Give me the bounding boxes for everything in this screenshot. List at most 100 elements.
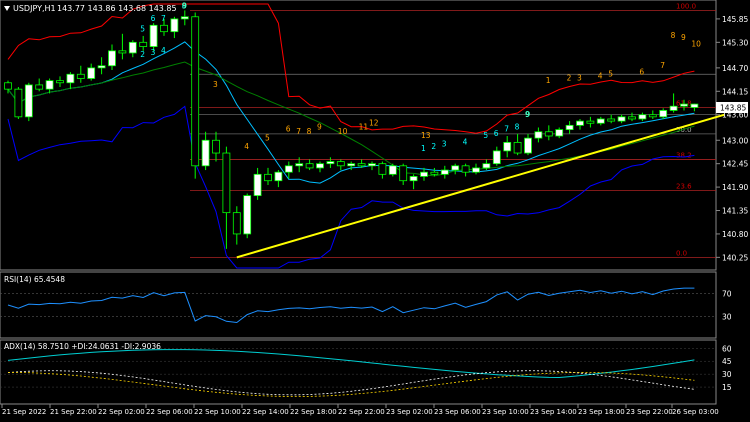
bull-candle bbox=[524, 137, 532, 154]
bull-candle bbox=[576, 120, 584, 126]
price-tick-label: 143.00 bbox=[722, 136, 748, 145]
bear-candle bbox=[378, 163, 387, 175]
bull-candle bbox=[617, 116, 626, 122]
bull-candle bbox=[492, 150, 501, 165]
sequence-down-label: 5 bbox=[608, 69, 613, 78]
bull-candle bbox=[440, 169, 449, 175]
bull-candle bbox=[368, 163, 376, 167]
bear-candle bbox=[4, 82, 12, 90]
time-tick-label: 22 Sep 02:00 bbox=[98, 408, 145, 416]
current-price-label: 143.85 bbox=[720, 104, 746, 113]
bull-candle bbox=[638, 114, 647, 120]
sequence-up-label: 4 bbox=[161, 46, 166, 55]
bull-candle bbox=[170, 18, 179, 33]
time-tick-label: 22 Sep 10:00 bbox=[194, 408, 241, 416]
sequence-up-label: 2 bbox=[431, 142, 436, 151]
bull-candle bbox=[274, 171, 283, 182]
price-tick-label: 142.45 bbox=[722, 160, 748, 169]
price-tick-label: 144.15 bbox=[722, 87, 748, 96]
bull-candle bbox=[534, 131, 543, 139]
bull-candle bbox=[97, 65, 106, 69]
bull-candle bbox=[108, 50, 116, 67]
sequence-down-label: 13 bbox=[421, 131, 431, 140]
bull-candle bbox=[149, 24, 158, 47]
bear-candle bbox=[544, 131, 553, 137]
sequence-up-label: 3 bbox=[442, 140, 447, 149]
bull-candle bbox=[503, 141, 512, 152]
fib-level-label: 100.0 bbox=[676, 2, 696, 10]
bear-candle bbox=[76, 73, 85, 79]
sequence-down-label: 10 bbox=[338, 127, 348, 136]
sequence-down-label: 9 bbox=[317, 123, 322, 132]
bull-candle bbox=[295, 163, 304, 167]
adx-label: ADX(14) 58.7510 +DI:24.0631 -DI:2.9036 bbox=[4, 342, 161, 351]
rsi-panel[interactable]: 70 30 RSI(14) 65.4548 bbox=[0, 271, 732, 339]
bear-candle bbox=[399, 165, 408, 182]
sequence-down-label: 6 bbox=[286, 125, 291, 134]
bear-candle bbox=[139, 41, 148, 47]
rsi-tick-label: 30 bbox=[722, 313, 732, 322]
bear-candle bbox=[14, 88, 23, 118]
bull-candle bbox=[409, 176, 418, 182]
time-tick-label: 23 Sep 02:00 bbox=[386, 408, 433, 416]
time-tick-label: 22 Sep 22:00 bbox=[338, 408, 385, 416]
bear-candle bbox=[648, 114, 657, 118]
sequence-down-label: 8 bbox=[671, 31, 676, 40]
bull-candle bbox=[87, 67, 96, 79]
fib-level-label: 38.2 bbox=[676, 151, 692, 159]
bull-candle bbox=[243, 195, 252, 235]
adx-tick-label: 45 bbox=[722, 357, 732, 366]
adx-panel[interactable]: 60 45 30 15 ADX(14) 58.7510 +DI:24.0631 -DI… bbox=[0, 339, 732, 405]
price-tick-label: 140.25 bbox=[722, 253, 748, 262]
bull-candle bbox=[326, 161, 335, 165]
sequence-up-label: 6 bbox=[494, 129, 499, 138]
sequence-up-label: 7 bbox=[161, 14, 166, 23]
bear-candle bbox=[607, 118, 616, 122]
bull-candle bbox=[388, 165, 397, 175]
sequence-up-label: 5 bbox=[140, 25, 145, 34]
bull-candle bbox=[180, 16, 189, 20]
sequence-down-label: 8 bbox=[307, 127, 312, 136]
bear-candle bbox=[430, 171, 439, 175]
time-tick-label: 22 Sep 18:00 bbox=[290, 408, 337, 416]
sequence-down-label: 12 bbox=[369, 118, 379, 127]
rsi-label: RSI(14) 65.4548 bbox=[4, 275, 65, 284]
time-tick-label: 23 Sep 22:00 bbox=[626, 408, 673, 416]
time-tick-label: 23 Sep 10:00 bbox=[482, 408, 529, 416]
bull-candle bbox=[253, 173, 262, 197]
time-tick-label: 22 Sep 14:00 bbox=[242, 408, 289, 416]
bull-candle bbox=[201, 139, 210, 167]
bull-candle bbox=[451, 165, 460, 171]
time-tick-label: 22 Sep 06:00 bbox=[146, 408, 193, 416]
sequence-down-label: 3 bbox=[213, 80, 218, 89]
sequence-down-label: 6 bbox=[639, 67, 644, 76]
bull-candle bbox=[284, 165, 293, 173]
price-tick-label: 145.85 bbox=[722, 15, 748, 24]
bear-candle bbox=[336, 161, 345, 167]
bear-candle bbox=[35, 84, 44, 90]
sequence-up-label: 7 bbox=[504, 125, 509, 134]
bear-candle bbox=[56, 80, 64, 84]
bull-candle bbox=[128, 41, 137, 54]
bull-candle bbox=[472, 167, 480, 173]
trading-chart[interactable]: 100.061.850.038.223.60.0 234567891234567… bbox=[0, 0, 750, 422]
bear-candle bbox=[118, 50, 127, 54]
ohlc-values: 143.77 143.86 143.68 143.85 bbox=[57, 4, 177, 13]
chart-header: USDJPY,H1 143.77 143.86 143.68 143.85 bbox=[4, 4, 177, 13]
time-tick-label: 23 Sep 18:00 bbox=[578, 408, 625, 416]
sequence-up-label: 3 bbox=[151, 48, 156, 57]
bull-candle bbox=[482, 163, 491, 169]
bull-candle bbox=[690, 103, 699, 108]
bull-candle bbox=[45, 80, 54, 90]
current-price-tag: 143.85 bbox=[716, 102, 748, 113]
sequence-up-label: 1 bbox=[421, 144, 426, 153]
bear-candle bbox=[586, 120, 595, 124]
sequence-down-label: 4 bbox=[598, 72, 603, 81]
price-tick-label: 140.80 bbox=[722, 230, 748, 239]
sequence-down-label: 10 bbox=[691, 40, 701, 49]
bear-candle bbox=[264, 173, 272, 182]
bull-candle bbox=[24, 84, 33, 118]
price-panel[interactable]: 100.061.850.038.223.60.0 234567891234567… bbox=[0, 0, 725, 271]
adx-tick-label: 30 bbox=[722, 370, 732, 379]
adx-tick-label: 60 bbox=[722, 344, 732, 353]
